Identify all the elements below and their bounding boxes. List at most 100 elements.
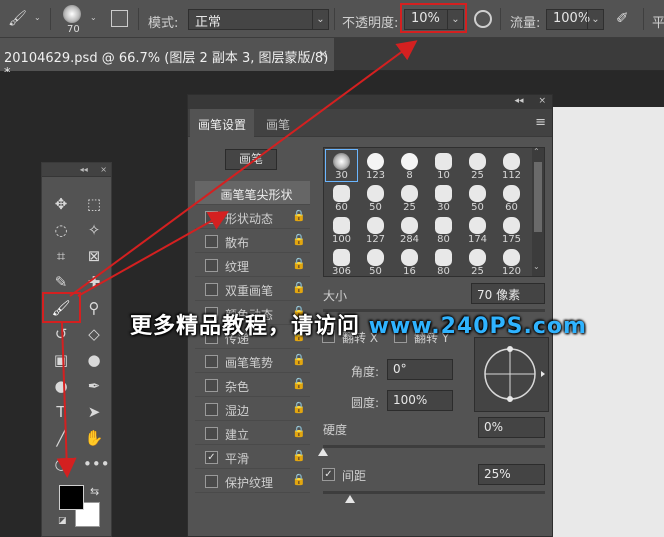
brush-tip-cell[interactable]: 25 (462, 150, 493, 181)
brush-tip-cell[interactable]: 120 (496, 246, 527, 277)
brush-tip-cell[interactable]: 10 (428, 150, 459, 181)
lock-icon[interactable]: 🔒 (292, 281, 306, 294)
collapse-icon[interactable]: ◂◂ (515, 96, 524, 106)
brush-tip-cell[interactable]: 123 (360, 150, 391, 181)
brush-tip-cell[interactable]: 50 (360, 246, 391, 277)
scroll-down-icon[interactable]: ⌄ (533, 262, 540, 271)
brush-tip-cell[interactable]: 127 (360, 214, 391, 245)
scroll-up-icon[interactable]: ⌃ (533, 147, 540, 156)
brush-tip-cell[interactable]: 60 (326, 182, 357, 213)
close-icon[interactable]: × (100, 165, 107, 174)
brush-tip-cell[interactable]: 8 (394, 150, 425, 181)
tab-brushes[interactable]: 画笔 (258, 109, 298, 137)
brush-settings-toggle-icon[interactable] (111, 10, 128, 27)
hardness-slider[interactable] (323, 445, 545, 448)
brush-picker-arrow-icon[interactable]: ⌄ (90, 13, 97, 22)
brush-tip-cell[interactable]: 60 (496, 182, 527, 213)
line-tool-icon[interactable]: ╱ (50, 427, 72, 449)
crop-tool-icon[interactable]: ⌗ (50, 245, 72, 267)
brush-option-checkbox[interactable] (205, 427, 218, 440)
history-brush-tool-icon[interactable]: ↺ (50, 323, 72, 345)
more-tools-icon[interactable]: ••• (83, 453, 110, 475)
blur-tool-icon[interactable]: ● (83, 349, 105, 371)
brush-tip-shape-item[interactable]: 画笔笔尖形状 (195, 181, 310, 205)
type-tool-icon[interactable]: T (50, 401, 72, 423)
foreground-color-swatch[interactable] (59, 485, 84, 510)
brush-option-checkbox[interactable]: ✓ (205, 451, 218, 464)
brush-angle-widget[interactable] (474, 337, 549, 412)
panel-menu-icon[interactable]: ≡ (535, 115, 546, 130)
brush-option-checkbox[interactable] (205, 211, 218, 224)
move-tool-icon[interactable]: ✥ (50, 193, 72, 215)
hardness-field[interactable]: 0% (478, 417, 545, 438)
lock-icon[interactable]: 🔒 (292, 257, 306, 270)
brush-option-item[interactable]: 形状动态 🔒 (195, 205, 310, 229)
roundness-field[interactable]: 100% (387, 390, 453, 411)
spacing-field[interactable]: 25% (478, 464, 545, 485)
lock-icon[interactable]: 🔒 (292, 473, 306, 486)
brush-tip-cell[interactable]: 50 (360, 182, 391, 213)
spacing-slider[interactable] (323, 491, 545, 494)
lock-icon[interactable]: 🔒 (292, 233, 306, 246)
brush-tip-cell[interactable]: 25 (462, 246, 493, 277)
brush-option-item[interactable]: 双重画笔 🔒 (195, 277, 310, 301)
brush-tip-cell[interactable]: 100 (326, 214, 357, 245)
brush-tip-cell[interactable]: 284 (394, 214, 425, 245)
hand-tool-icon[interactable]: ✋ (83, 427, 105, 449)
brush-option-item[interactable]: 建立 🔒 (195, 421, 310, 445)
brushes-button[interactable]: 画笔 (225, 149, 277, 170)
brush-option-item[interactable]: 保护纹理 🔒 (195, 469, 310, 493)
magic-wand-tool-icon[interactable]: ✧ (83, 219, 105, 241)
pen-tool-icon[interactable]: ✒ (83, 375, 105, 397)
swap-colors-icon[interactable]: ⇆ (90, 485, 99, 498)
tool-preset-arrow-icon[interactable]: ⌄ (34, 13, 41, 22)
brush-option-checkbox[interactable] (205, 283, 218, 296)
tools-panel-header[interactable]: ◂◂ × (42, 163, 111, 177)
brush-tip-cell[interactable]: 306 (326, 246, 357, 277)
mode-select[interactable]: 正常 ⌄ (188, 9, 329, 30)
brush-option-checkbox[interactable] (205, 259, 218, 272)
flow-field[interactable]: 100% ⌄ (546, 9, 604, 30)
brush-tip-cell[interactable]: 80 (428, 246, 459, 277)
brush-tip-cell[interactable]: 174 (462, 214, 493, 245)
lock-icon[interactable]: 🔒 (292, 449, 306, 462)
brush-option-checkbox[interactable] (205, 403, 218, 416)
close-icon[interactable]: × (318, 47, 328, 61)
brush-tool-icon[interactable]: 🖌 (8, 9, 27, 27)
angle-field[interactable]: 0° (387, 359, 453, 380)
brush-tip-cell[interactable]: 175 (496, 214, 527, 245)
lasso-tool-icon[interactable]: ◌ (50, 219, 72, 241)
brush-tip-cell[interactable]: 30 (428, 182, 459, 213)
brush-preview-icon[interactable] (63, 5, 81, 23)
brush-grid-scrollbar[interactable]: ⌃ ⌄ (532, 147, 544, 276)
brush-tip-cell[interactable]: 30 (325, 149, 358, 182)
brush-option-item[interactable]: 湿边 🔒 (195, 397, 310, 421)
hardness-slider-handle[interactable] (318, 448, 328, 456)
brush-option-item[interactable]: ✓ 平滑 🔒 (195, 445, 310, 469)
gradient-tool-icon[interactable]: ▣ (50, 349, 72, 371)
airbrush-icon[interactable]: ✐ (616, 9, 629, 27)
lock-icon[interactable]: 🔒 (292, 209, 306, 222)
brush-tip-cell[interactable]: 50 (462, 182, 493, 213)
path-select-tool-icon[interactable]: ➤ (83, 401, 105, 423)
close-icon[interactable]: × (538, 96, 546, 106)
lock-icon[interactable]: 🔒 (292, 425, 306, 438)
size-field[interactable]: 70 像素 (471, 283, 545, 304)
lock-icon[interactable]: 🔒 (292, 353, 306, 366)
panel-header[interactable]: ◂◂ × (188, 95, 552, 109)
healing-tool-icon[interactable]: ✚ (83, 271, 105, 293)
brush-option-item[interactable]: 纹理 🔒 (195, 253, 310, 277)
collapse-icon[interactable]: ◂◂ (80, 165, 88, 174)
brush-option-checkbox[interactable] (205, 379, 218, 392)
frame-tool-icon[interactable]: ⊠ (83, 245, 105, 267)
marquee-tool-icon[interactable]: ⬚ (83, 193, 105, 215)
eraser-tool-icon[interactable]: ◇ (83, 323, 105, 345)
document-tab[interactable]: 20104629.psd @ 66.7% (图层 2 副本 3, 图层蒙版/8)… (0, 38, 334, 81)
brush-tip-cell[interactable]: 112 (496, 150, 527, 181)
spacing-checkbox[interactable]: ✓ (322, 468, 335, 481)
default-colors-icon[interactable]: ◪ (58, 516, 67, 526)
lock-icon[interactable]: 🔒 (292, 401, 306, 414)
pressure-opacity-icon[interactable] (474, 10, 492, 28)
stamp-tool-icon[interactable]: ⚲ (83, 297, 105, 319)
brush-option-checkbox[interactable] (205, 475, 218, 488)
